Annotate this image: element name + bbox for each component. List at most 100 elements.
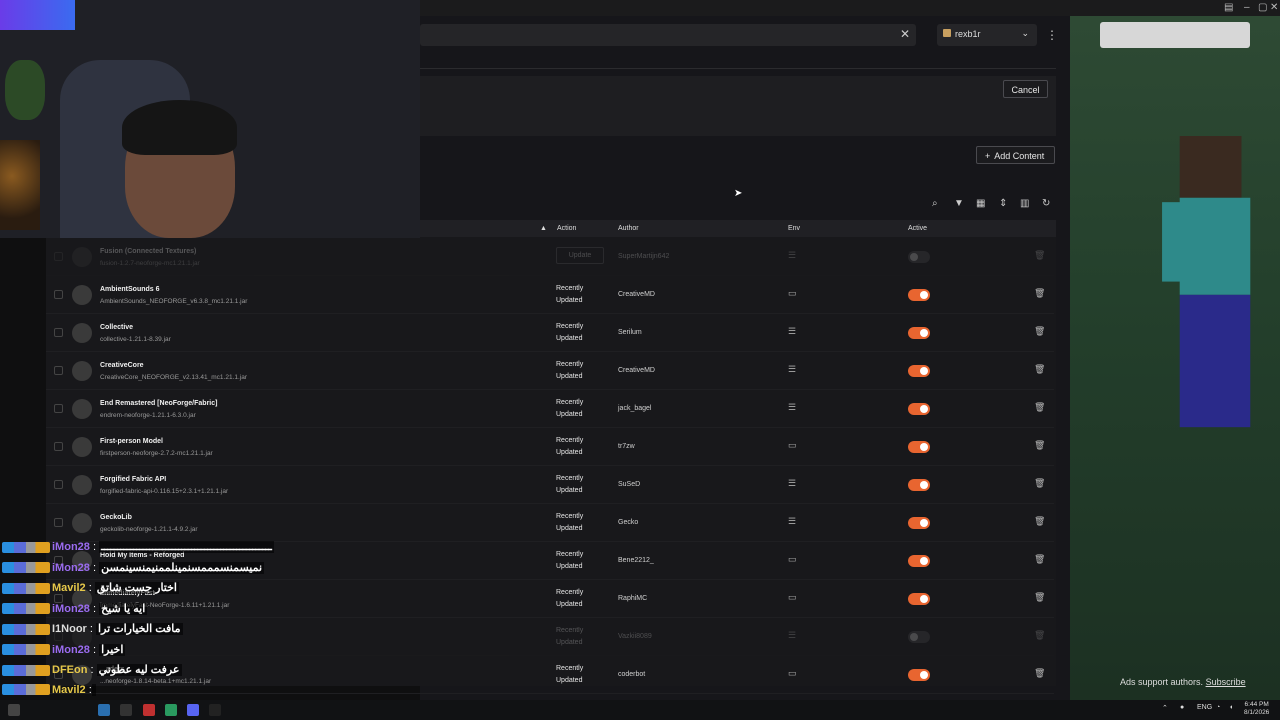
row-checkbox[interactable] <box>54 366 63 375</box>
mod-name[interactable]: End Remastered [NeoForge/Fabric] <box>100 400 217 407</box>
table-row[interactable]: First-person Model firstperson-neoforge-2… <box>46 428 1054 466</box>
chat-username[interactable]: DFEon <box>52 664 87 676</box>
trash-icon[interactable]: 🗑 <box>1034 402 1045 413</box>
row-checkbox[interactable] <box>54 442 63 451</box>
mod-name[interactable]: Forgified Fabric API <box>100 476 166 483</box>
clear-search-icon[interactable]: ✕ <box>900 27 910 41</box>
maximize-icon[interactable]: ▢ <box>1258 2 1267 13</box>
mod-name[interactable]: Fusion (Connected Textures) <box>100 248 196 255</box>
author-name[interactable]: CreativeMD <box>618 367 655 374</box>
trash-icon[interactable]: 🗑 <box>1034 554 1045 565</box>
table-row[interactable]: Forgified Fabric API forgified-fabric-api… <box>46 466 1054 504</box>
author-name[interactable]: Bene2212_ <box>618 557 654 564</box>
table-row[interactable]: GeckoLib geckolib-neoforge-1.21.1-4.9.2.j… <box>46 504 1054 542</box>
subscribe-link[interactable]: Subscribe <box>1206 677 1246 687</box>
mic-icon[interactable]: ● <box>1180 704 1184 711</box>
row-checkbox[interactable] <box>54 328 63 337</box>
trash-icon[interactable]: 🗑 <box>1034 250 1045 261</box>
active-toggle[interactable] <box>908 555 930 567</box>
table-row[interactable]: Fusion (Connected Textures) fusion-1.2.7-… <box>46 238 1054 276</box>
author-name[interactable]: Vazkii8089 <box>618 633 652 640</box>
active-toggle[interactable] <box>908 631 930 643</box>
chat-username[interactable]: iMon28 <box>52 562 90 574</box>
trash-icon[interactable]: 🗑 <box>1034 516 1045 527</box>
chat-username[interactable]: iMon28 <box>52 603 90 615</box>
row-checkbox[interactable] <box>54 404 63 413</box>
chat-username[interactable]: iMon28 <box>52 644 90 656</box>
author-name[interactable]: RaphiMC <box>618 595 647 602</box>
update-button[interactable]: Update <box>556 247 604 264</box>
mod-name[interactable]: GeckoLib <box>100 514 132 521</box>
col-action[interactable]: Action <box>557 225 576 232</box>
search-bar[interactable]: ✕ <box>420 24 916 46</box>
trash-icon[interactable]: 🗑 <box>1034 668 1045 679</box>
clock[interactable]: 6:44 PM 8/1/2026 <box>1244 701 1269 717</box>
active-toggle[interactable] <box>908 289 930 301</box>
more-options-icon[interactable]: ⋮ <box>1046 28 1058 42</box>
app-icon[interactable] <box>120 704 132 716</box>
trash-icon[interactable]: 🗑 <box>1034 592 1045 603</box>
ad-banner[interactable] <box>1100 22 1250 48</box>
author-name[interactable]: tr7zw <box>618 443 635 450</box>
author-name[interactable]: SuSeD <box>618 481 640 488</box>
mod-name[interactable]: AmbientSounds 6 <box>100 286 160 293</box>
row-checkbox[interactable] <box>54 290 63 299</box>
trash-icon[interactable]: 🗑 <box>1034 288 1045 299</box>
author-name[interactable]: SuperMartijn642 <box>618 253 669 260</box>
mod-name[interactable]: First-person Model <box>100 438 163 445</box>
chrome-icon[interactable] <box>143 704 155 716</box>
author-name[interactable]: Gecko <box>618 519 638 526</box>
minimize-icon[interactable]: – <box>1244 2 1250 13</box>
sort-icon[interactable]: ⇕ <box>999 198 1007 209</box>
steam-icon[interactable] <box>98 704 110 716</box>
author-name[interactable]: CreativeMD <box>618 291 655 298</box>
discord-icon[interactable] <box>187 704 199 716</box>
active-toggle[interactable] <box>908 593 930 605</box>
chat-username[interactable]: Mavil2 <box>52 684 86 696</box>
active-toggle[interactable] <box>908 441 930 453</box>
columns-icon[interactable]: ▥ <box>1020 198 1029 209</box>
active-toggle[interactable] <box>908 327 930 339</box>
table-row[interactable]: Collective collective-1.21.1-8.39.jar Rece… <box>46 314 1054 352</box>
chat-username[interactable]: iMon28 <box>52 541 90 553</box>
active-toggle[interactable] <box>908 517 930 529</box>
mod-name[interactable]: Collective <box>100 324 133 331</box>
row-checkbox[interactable] <box>54 480 63 489</box>
chat-username[interactable]: Mavil2 <box>52 582 86 594</box>
modrinth-icon[interactable] <box>165 704 177 716</box>
add-content-button[interactable]: + Add Content <box>976 146 1055 164</box>
row-checkbox[interactable] <box>54 518 63 527</box>
search-icon[interactable]: ⌕ <box>932 198 938 209</box>
table-row[interactable]: AmbientSounds 6 AmbientSounds_NEOFORGE_v6… <box>46 276 1054 314</box>
trash-icon[interactable]: 🗑 <box>1034 440 1045 451</box>
sort-asc-icon[interactable]: ▲ <box>540 225 547 232</box>
account-selector[interactable]: rexb1r ⌄ <box>937 24 1037 46</box>
mod-name[interactable]: CreativeCore <box>100 362 144 369</box>
trash-icon[interactable]: 🗑 <box>1034 364 1045 375</box>
col-author[interactable]: Author <box>618 225 639 232</box>
refresh-icon[interactable]: ↻ <box>1042 198 1050 209</box>
cancel-button[interactable]: Cancel <box>1003 80 1048 98</box>
active-toggle[interactable] <box>908 251 930 263</box>
network-icon[interactable]: ◔ <box>1216 704 1220 711</box>
language-indicator[interactable]: ENG <box>1197 704 1212 711</box>
row-checkbox[interactable] <box>54 252 63 261</box>
active-toggle[interactable] <box>908 669 930 681</box>
trash-icon[interactable]: 🗑 <box>1034 478 1045 489</box>
grid-view-icon[interactable]: ▦ <box>976 198 985 209</box>
active-toggle[interactable] <box>908 403 930 415</box>
col-active[interactable]: Active <box>908 225 927 232</box>
table-row[interactable]: End Remastered [NeoForge/Fabric] endrem-n… <box>46 390 1054 428</box>
tray-chevron-icon[interactable]: ⌃ <box>1162 704 1168 712</box>
author-name[interactable]: Serilum <box>618 329 642 336</box>
volume-icon[interactable]: ◖ <box>1229 704 1233 711</box>
col-env[interactable]: Env <box>788 225 800 232</box>
active-toggle[interactable] <box>908 479 930 491</box>
active-toggle[interactable] <box>908 365 930 377</box>
close-window-icon[interactable]: ✕ <box>1270 2 1278 13</box>
author-name[interactable]: coderbot <box>618 671 645 678</box>
trash-icon[interactable]: 🗑 <box>1034 326 1045 337</box>
chat-username[interactable]: I1Noor <box>52 623 87 635</box>
terminal-icon[interactable] <box>209 704 221 716</box>
settings-icon[interactable] <box>8 704 20 716</box>
